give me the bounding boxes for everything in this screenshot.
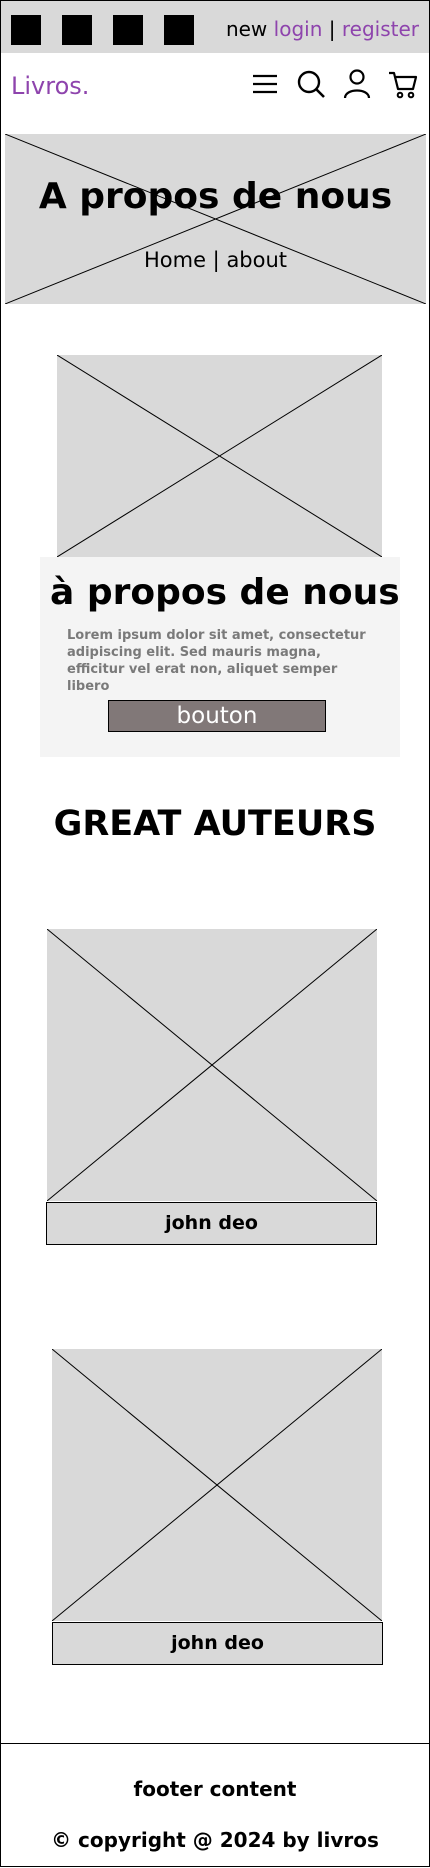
author-name: john deo (46, 1202, 377, 1245)
cart-icon[interactable] (387, 68, 419, 100)
author-image (52, 1349, 382, 1621)
hero-image-placeholder (5, 134, 426, 304)
navbar: Livros. (1, 54, 429, 134)
breadcrumb-separator: | (212, 248, 220, 272)
register-link[interactable]: register (342, 17, 419, 41)
about-button[interactable]: bouton (108, 700, 326, 732)
new-label: new (225, 17, 268, 41)
social-icon[interactable] (164, 15, 194, 45)
top-bar: new login | register (1, 1, 429, 53)
copyright: © copyright @ 2024 by livros (51, 1828, 379, 1852)
footer: footer content © copyright @ 2024 by liv… (1, 1743, 429, 1868)
menu-icon[interactable] (249, 68, 281, 100)
image-placeholder (52, 1349, 382, 1621)
about-image (57, 355, 382, 557)
about-heading: à propos de nous (50, 572, 400, 613)
breadcrumb-current: about (226, 248, 288, 272)
logo[interactable]: Livros. (11, 72, 89, 100)
author-image (47, 929, 377, 1201)
user-icon[interactable] (341, 68, 373, 100)
search-icon[interactable] (295, 68, 327, 100)
footer-content: footer content (133, 1777, 297, 1801)
image-placeholder (57, 355, 382, 557)
about-card: à propos de nous Lorem ipsum dolor sit a… (40, 557, 400, 757)
social-icon[interactable] (62, 15, 92, 45)
breadcrumb-home[interactable]: Home (144, 248, 206, 272)
about-text: Lorem ipsum dolor sit amet, consectetur … (67, 628, 366, 694)
social-icon[interactable] (113, 15, 143, 45)
author-name: john deo (52, 1622, 383, 1665)
social-icon[interactable] (11, 15, 41, 45)
page-title: A propos de nous (38, 176, 393, 217)
hero-banner: A propos de nous Home | about (5, 134, 426, 304)
separator: | (328, 17, 336, 41)
image-placeholder (47, 929, 377, 1201)
breadcrumb: Home | about (5, 248, 426, 272)
authors-title: GREAT AUTEURS (53, 804, 377, 844)
auth-links: new login | register (226, 17, 419, 41)
login-link[interactable]: login (274, 17, 323, 41)
